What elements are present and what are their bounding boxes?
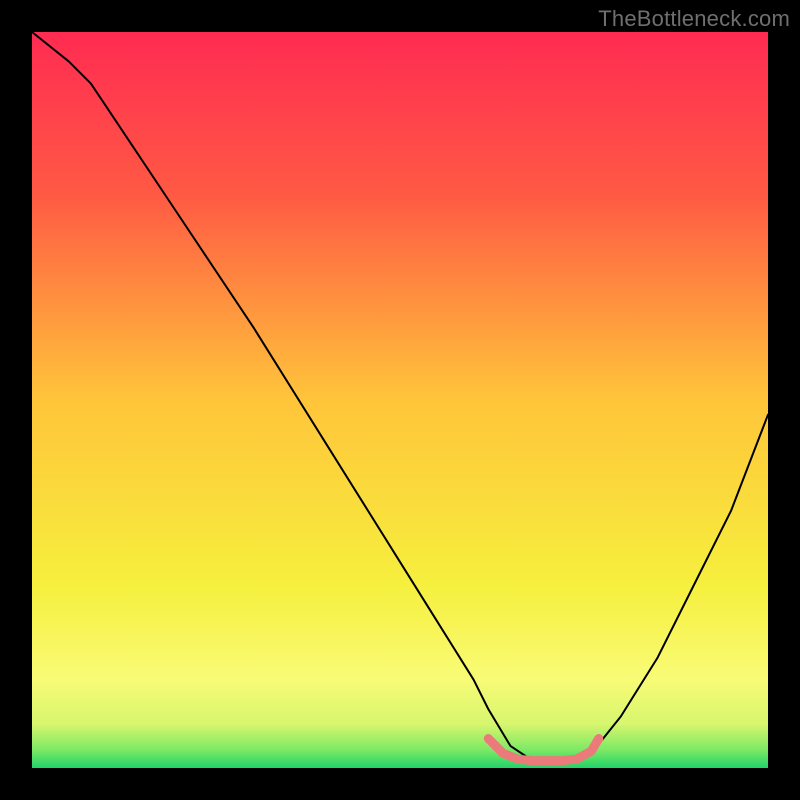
plot-area bbox=[32, 32, 768, 768]
chart-svg bbox=[32, 32, 768, 768]
watermark-text: TheBottleneck.com bbox=[598, 6, 790, 32]
chart-frame: TheBottleneck.com bbox=[0, 0, 800, 800]
